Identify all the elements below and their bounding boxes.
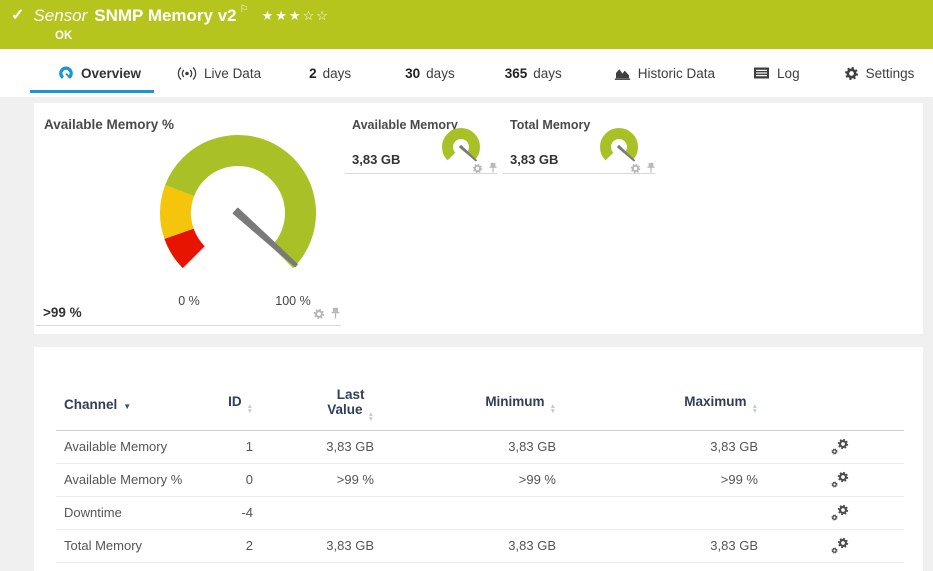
tab-365-days-label: days	[533, 66, 562, 81]
table-row: Available Memory % 0 >99 % >99 % >99 %	[56, 463, 904, 496]
tile-separator	[36, 325, 341, 326]
gear-icon	[844, 66, 859, 81]
table-header-row: Channel▼ ID▲▼ Last Value▲▼ Minimum▲▼ Max…	[56, 377, 904, 430]
channel-settings-gears-icon[interactable]	[831, 471, 849, 489]
channel-last-value: >99 %	[258, 463, 379, 496]
gear-icon[interactable]	[472, 163, 483, 174]
gauge-tile-total-memory: Total Memory 3,83 GB	[503, 110, 655, 174]
pin-icon[interactable]	[330, 307, 341, 320]
tab-log[interactable]: Log	[740, 49, 813, 97]
channel-minimum	[379, 496, 561, 529]
channel-settings-gears-icon[interactable]	[831, 438, 849, 456]
channel-last-value: 3,83 GB	[258, 529, 379, 562]
tab-30-days[interactable]: 30 days	[392, 49, 468, 97]
column-header-actions	[763, 377, 904, 430]
tab-historic-data-label: Historic Data	[638, 66, 715, 81]
tab-30-days-number: 30	[405, 66, 420, 81]
tile-actions	[472, 162, 498, 174]
tab-historic-data[interactable]: Historic Data	[601, 49, 728, 97]
tab-bar: Overview Live Data 2 days 30 days 365 da…	[0, 49, 933, 97]
column-header-maximum[interactable]: Maximum▲▼	[561, 377, 763, 430]
table-row: Downtime -4	[56, 496, 904, 529]
log-list-icon	[753, 66, 770, 80]
gauge-current-value: 3,83 GB	[510, 152, 558, 167]
sensor-name: SNMP Memory v2	[94, 6, 236, 26]
channel-last-value	[258, 496, 379, 529]
tab-365-days[interactable]: 365 days	[492, 49, 575, 97]
channel-settings-gears-icon[interactable]	[831, 537, 849, 555]
channel-minimum: 3,83 GB	[379, 529, 561, 562]
column-header-channel[interactable]: Channel▼	[56, 377, 196, 430]
flag-icon[interactable]: ⚐	[240, 4, 249, 15]
gauge-scale-min: 0 %	[169, 294, 209, 308]
tab-overview-label: Overview	[81, 66, 141, 81]
channel-maximum: 3,83 GB	[561, 529, 763, 562]
channel-maximum: 3,83 GB	[561, 430, 763, 463]
tab-settings-label: Settings	[866, 66, 915, 81]
channel-minimum: 3,83 GB	[379, 430, 561, 463]
tab-live-data[interactable]: Live Data	[164, 49, 274, 97]
channel-name[interactable]: Available Memory %	[56, 463, 196, 496]
tab-settings[interactable]: Settings	[831, 49, 928, 97]
channel-minimum: >99 %	[379, 463, 561, 496]
tile-actions	[313, 307, 341, 320]
live-signal-icon	[177, 66, 197, 81]
tab-2-days-number: 2	[309, 66, 317, 81]
column-header-minimum[interactable]: Minimum▲▼	[379, 377, 561, 430]
channels-panel: Channel▼ ID▲▼ Last Value▲▼ Minimum▲▼ Max…	[34, 347, 923, 571]
sensor-status-bar: ✓ Sensor SNMP Memory v2 ⚐ ★★★☆☆ OK	[0, 0, 933, 49]
object-kind-label: Sensor	[33, 6, 87, 26]
tab-2-days[interactable]: 2 days	[296, 49, 364, 97]
sensor-status-text: OK	[55, 30, 72, 42]
tab-log-label: Log	[777, 66, 800, 81]
table-row: Available Memory 1 3,83 GB 3,83 GB 3,83 …	[56, 430, 904, 463]
gauge-tile-available-memory-pct: Available Memory % 0 % 100 % >99 %	[34, 103, 342, 334]
channel-maximum: >99 %	[561, 463, 763, 496]
tab-30-days-label: days	[426, 66, 455, 81]
tab-overview[interactable]: Overview	[30, 49, 154, 97]
radial-gauge	[138, 127, 338, 295]
channel-id: 0	[196, 463, 258, 496]
gauge-icon	[58, 65, 74, 81]
gauge-current-value: >99 %	[43, 305, 82, 320]
gauge-current-value: 3,83 GB	[352, 152, 400, 167]
overview-panel: Available Memory % 0 % 100 % >99 % Avail…	[34, 103, 923, 334]
column-header-last-value[interactable]: Last Value▲▼	[258, 377, 379, 430]
channel-id: 2	[196, 529, 258, 562]
sensor-header: ✓ Sensor SNMP Memory v2 ⚐ ★★★☆☆	[11, 6, 330, 26]
gear-icon[interactable]	[630, 163, 641, 174]
area-chart-icon	[614, 66, 631, 81]
channel-id: 1	[196, 430, 258, 463]
tab-365-days-number: 365	[505, 66, 528, 81]
channels-table: Channel▼ ID▲▼ Last Value▲▼ Minimum▲▼ Max…	[56, 377, 904, 563]
sort-icon: ▲▼	[752, 404, 758, 414]
channel-maximum	[561, 496, 763, 529]
sort-icon: ▲▼	[368, 412, 374, 422]
sort-desc-icon: ▼	[123, 402, 131, 411]
pin-icon[interactable]	[488, 162, 498, 174]
tab-2-days-label: days	[323, 66, 352, 81]
tab-live-data-label: Live Data	[204, 66, 261, 81]
sort-icon: ▲▼	[247, 404, 253, 414]
table-row: Total Memory 2 3,83 GB 3,83 GB 3,83 GB	[56, 529, 904, 562]
channel-last-value: 3,83 GB	[258, 430, 379, 463]
gauge-tile-available-memory: Available Memory 3,83 GB	[345, 110, 497, 174]
channel-name[interactable]: Total Memory	[56, 529, 196, 562]
channel-settings-gears-icon[interactable]	[831, 504, 849, 522]
tile-actions	[630, 162, 656, 174]
status-ok-check-icon: ✓	[11, 6, 24, 26]
pin-icon[interactable]	[646, 162, 656, 174]
sort-icon: ▲▼	[550, 404, 556, 414]
channel-name[interactable]: Downtime	[56, 496, 196, 529]
priority-stars[interactable]: ★★★☆☆	[262, 7, 330, 25]
gauge-scale-max: 100 %	[270, 294, 316, 308]
channel-id: -4	[196, 496, 258, 529]
channel-name[interactable]: Available Memory	[56, 430, 196, 463]
column-header-id[interactable]: ID▲▼	[196, 377, 258, 430]
gauge-title: Total Memory	[510, 118, 590, 132]
gear-icon[interactable]	[313, 308, 325, 320]
